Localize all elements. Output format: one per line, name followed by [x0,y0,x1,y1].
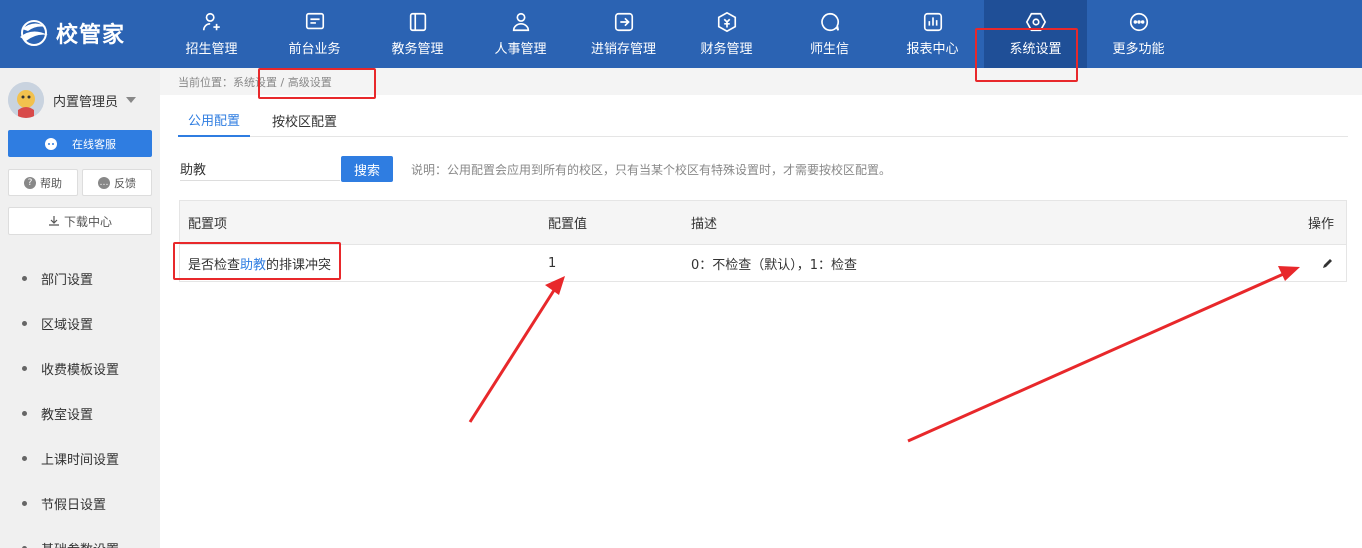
nav-label: 更多功能 [1112,42,1165,57]
nav-reports[interactable]: 报表中心 [881,0,984,68]
finance-icon [717,11,736,33]
nav-label: 教务管理 [391,42,444,57]
sidebar-item-label: 基础参数设置 [41,539,119,548]
bullet-icon [22,456,27,461]
sidebar: 内置管理员 在线客服 ? 帮助 … 反馈 下载中心 部门设置 区域设置 收费模板… [0,68,160,548]
download-center-label: 下载中心 [63,214,112,229]
more-icon [1129,12,1148,32]
help-button[interactable]: ? 帮助 [8,169,78,196]
sidebar-item-region[interactable]: 区域设置 [0,301,160,346]
breadcrumb-bar: 当前位置：系统设置 / 高级设置 [160,68,1362,95]
online-service-label: 在线客服 [72,137,116,151]
user-name: 内置管理员 [53,94,119,110]
nav-label: 招生管理 [185,42,238,57]
sidebar-item-label: 上课时间设置 [41,453,120,468]
config-item-name-prefix: 是否检查 [188,258,241,273]
sidebar-item-department[interactable]: 部门设置 [0,256,160,301]
sidebar-item-label: 收费模板设置 [41,363,120,378]
table-header: 配置项 配置值 描述 操作 [180,201,1346,245]
chat-icon [820,12,839,32]
nav-label: 师生信 [809,42,849,57]
book-icon [409,12,426,32]
header-actions: 操作 [1307,217,1334,232]
header-config-item: 配置项 [188,217,228,232]
feedback-button[interactable]: … 反馈 [82,169,152,196]
search-input[interactable] [180,157,340,181]
bullet-icon [22,276,27,281]
nav-more[interactable]: 更多功能 [1087,0,1190,68]
sidebar-item-label: 节假日设置 [41,498,107,513]
top-navbar: 校管家 招生管理 前台业务 教务管理 人事管理 进销存管理 财务管理 师生信 报… [0,0,1362,68]
nav-finance[interactable]: 财务管理 [675,0,778,68]
config-note: 说明：公用配置会应用到所有的校区，只有当某个校区有特殊设置时，才需要按校区配置。 [411,163,892,177]
sidebar-item-classroom[interactable]: 教室设置 [0,391,160,436]
inventory-icon [614,12,633,32]
edit-button[interactable] [1321,245,1334,282]
logo-icon [18,18,52,48]
sidebar-item-label: 区域设置 [41,318,94,333]
sidebar-item-class-time[interactable]: 上课时间设置 [0,436,160,481]
logo-text: 校管家 [56,23,126,48]
nav-label: 财务管理 [700,42,753,57]
feedback-label: 反馈 [114,176,136,190]
bullet-icon [22,321,27,326]
table-row: 是否检查 助教 的排课冲突 1 0：不检查（默认），1：检查 [180,245,1346,282]
config-description: 0：不检查（默认），1：检查 [691,258,858,273]
nav-system-settings[interactable]: 系统设置 [984,0,1087,68]
config-value: 1 [548,256,557,271]
sidebar-item-holiday[interactable]: 节假日设置 [0,481,160,526]
bullet-icon [22,501,27,506]
config-item-name-suffix: 的排课冲突 [266,258,332,273]
report-icon [923,12,942,32]
nav-label: 进销存管理 [590,42,656,57]
nav-messages[interactable]: 师生信 [778,0,881,68]
help-label: 帮助 [40,176,62,190]
nav-inventory[interactable]: 进销存管理 [572,0,675,68]
feedback-icon: … [98,176,110,189]
nav-label: 报表中心 [906,42,959,57]
bullet-icon [22,411,27,416]
person-icon [512,12,529,32]
download-icon [48,216,59,226]
nav-admissions[interactable]: 招生管理 [160,0,263,68]
main-nav: 招生管理 前台业务 教务管理 人事管理 进销存管理 财务管理 师生信 报表中心 [160,0,1190,68]
nav-label: 人事管理 [494,42,547,57]
search-button[interactable]: 搜索 [341,156,393,182]
nav-hr[interactable]: 人事管理 [469,0,572,68]
sidebar-item-label: 教室设置 [41,408,94,423]
monitor-icon [305,12,324,30]
download-center-button[interactable]: 下载中心 [8,207,152,235]
pencil-icon [1323,259,1332,268]
user-plus-icon [202,12,220,31]
avatar [8,82,44,118]
tab-campus-config[interactable]: 按校区配置 [262,104,347,137]
sidebar-menu: 部门设置 区域设置 收费模板设置 教室设置 上课时间设置 节假日设置 基础参数设… [0,256,160,548]
main-content: 当前位置：系统设置 / 高级设置 公用配置 按校区配置 搜索 说明：公用配置会应… [160,68,1362,548]
tab-public-config[interactable]: 公用配置 [178,104,251,137]
nav-label: 前台业务 [288,42,341,57]
logo[interactable]: 校管家 [18,18,125,48]
nav-front-desk[interactable]: 前台业务 [263,0,366,68]
bullet-icon [22,366,27,371]
header-config-value: 配置值 [548,217,588,232]
config-table: 配置项 配置值 描述 操作 是否检查 助教 的排课冲突 1 0：不检查（默认），1：… [179,200,1347,282]
nav-label: 系统设置 [1009,42,1062,57]
sidebar-item-fee-template[interactable]: 收费模板设置 [0,346,160,391]
config-tabs: 公用配置 按校区配置 [178,104,1348,137]
header-description: 描述 [691,217,718,232]
user-menu[interactable]: 内置管理员 [8,82,137,118]
settings-icon [1025,12,1046,32]
chevron-down-icon [126,97,137,103]
help-icon: ? [24,176,36,189]
sidebar-item-basic-params[interactable]: 基础参数设置 [0,526,160,548]
online-service-button[interactable]: 在线客服 [8,130,152,157]
help-feedback-row: ? 帮助 … 反馈 [8,169,152,196]
config-item-name: 是否检查 助教 的排课冲突 [188,245,331,282]
headset-icon [45,137,57,150]
sidebar-item-label: 部门设置 [41,273,94,288]
search-highlight: 助教 [240,258,267,273]
breadcrumb: 当前位置：系统设置 / 高级设置 [178,76,332,89]
nav-academic[interactable]: 教务管理 [366,0,469,68]
